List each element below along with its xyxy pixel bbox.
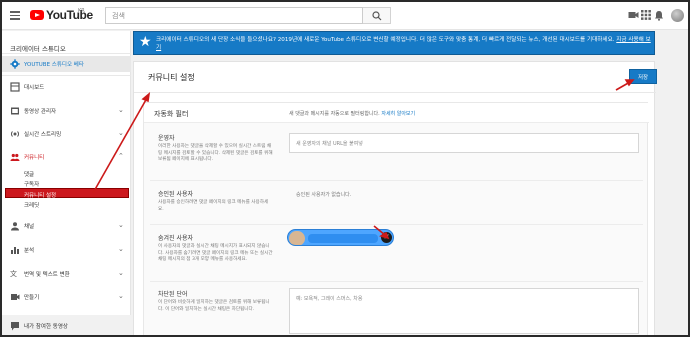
channel-icon: [11, 222, 19, 231]
top-bar: YouTube KR 검색: [2, 2, 688, 30]
divider: [150, 180, 643, 181]
star-icon: ★: [139, 34, 152, 50]
search-icon: [372, 11, 382, 21]
sidebar-item-label: 실시간 스트리밍: [24, 132, 62, 138]
search-input[interactable]: 검색: [105, 7, 363, 24]
automated-filters-section: 자동화 필터 새 댓글과 메시지를 자동으로 필터링합니다. 자세히 알아보기 …: [143, 102, 649, 335]
sidebar-item-label: 번역 및 텍스트 변환: [24, 272, 70, 278]
sidebar-item-label: 채널: [24, 224, 35, 230]
chevron-up-icon[interactable]: ⌃: [118, 152, 124, 160]
blocked-words-description: 이 단어와 비슷하게 일치하는 댓글은 검토를 위해 보류됩니다. 이 단어와 …: [158, 300, 270, 312]
moderators-label: 운영자: [158, 135, 175, 142]
learn-more-link[interactable]: 자세히 알아보기: [381, 111, 415, 117]
hidden-users-label: 숨겨진 사용자: [158, 235, 194, 242]
sidebar-item-channel[interactable]: 채널 ⌄: [2, 218, 131, 234]
youtube-logo-icon[interactable]: [30, 10, 44, 20]
approved-users-label: 승인된 사용자: [158, 191, 194, 198]
chevron-down-icon[interactable]: ⌄: [118, 292, 124, 300]
search-button[interactable]: [363, 7, 391, 24]
banner-text: 크리에이터 스튜디오의 새 단장 소식을 들으셨나요? 2019년에 새로운 Y…: [156, 36, 651, 52]
sidebar: 크리에이터 스튜디오 YOUTUBE 스튜디오 베타 대시보드 동영상 관리자 …: [2, 31, 131, 335]
sidebar-item-studio-beta[interactable]: YOUTUBE 스튜디오 베타: [2, 56, 131, 72]
live-stream-icon: [10, 131, 20, 137]
chevron-down-icon[interactable]: ⌄: [118, 106, 124, 114]
sidebar-item-analytics[interactable]: 분석 ⌄: [2, 242, 131, 258]
save-button[interactable]: 저장: [629, 69, 657, 84]
sidebar-sub-comments[interactable]: 댓글: [24, 170, 34, 178]
sidebar-item-label: 내가 참여한 동영상: [24, 324, 68, 330]
banner-message: 크리에이터 스튜디오의 새 단장 소식을 들으셨나요? 2019년에 새로운 Y…: [156, 37, 615, 43]
section-title: 자동화 필터: [154, 110, 189, 118]
hidden-user-name-redacted: [308, 234, 378, 243]
approved-users-empty-text: 승인된 사용자가 없습니다.: [296, 192, 352, 198]
notifications-bell-icon[interactable]: [654, 10, 664, 21]
sidebar-item-label: 분석: [24, 248, 35, 254]
sidebar-item-dashboard[interactable]: 대시보드: [2, 79, 131, 95]
divider: [2, 75, 131, 76]
chevron-down-icon[interactable]: ⌄: [118, 129, 124, 137]
hidden-user-chip: ✕: [287, 229, 394, 246]
community-icon: [10, 153, 20, 161]
sidebar-item-label: YOUTUBE 스튜디오 베타: [24, 62, 84, 68]
analytics-icon: [11, 247, 19, 254]
sidebar-item-community[interactable]: 커뮤니티 ⌃: [2, 149, 131, 165]
divider: [150, 281, 643, 282]
studio-beta-banner: ★ 크리에이터 스튜디오의 새 단장 소식을 들으셨나요? 2019년에 새로운…: [133, 31, 655, 55]
dashboard-icon: [10, 82, 20, 92]
hidden-user-avatar-redacted: [289, 231, 305, 245]
sidebar-item-translations[interactable]: 文 번역 및 텍스트 변환 ⌄: [2, 266, 131, 282]
apps-grid-icon[interactable]: [641, 10, 651, 20]
video-camera-icon[interactable]: [628, 10, 639, 20]
svg-text:文: 文: [10, 269, 17, 278]
sidebar-item-label: 만들기: [24, 295, 40, 301]
section-description: 새 댓글과 메시지를 자동으로 필터링합니다. 자세히 알아보기: [289, 110, 415, 117]
sidebar-item-label: 대시보드: [24, 85, 45, 91]
menu-icon[interactable]: [10, 11, 20, 20]
hidden-users-description: 이 사용자의 댓글과 실시간 채팅 메시지가 표시되지 않습니다. 사용자를 숨…: [158, 244, 273, 263]
approved-users-description: 사용자를 승인하려면 댓글 페이지의 링크 메뉴를 사용하세요.: [158, 200, 269, 212]
blocked-words-label: 차단된 단어: [158, 291, 188, 298]
sidebar-item-label: 동영상 관리자: [24, 109, 57, 115]
divider: [134, 92, 656, 93]
community-settings-card: 커뮤니티 설정 저장 자동화 필터 새 댓글과 메시지를 자동으로 필터링합니다…: [133, 61, 657, 335]
sidebar-sub-subscribers[interactable]: 구독자: [24, 180, 39, 188]
region-label: KR: [78, 8, 85, 14]
remove-hidden-user-button[interactable]: ✕: [381, 232, 392, 243]
sidebar-item-create[interactable]: 만들기 ⌄: [2, 289, 131, 305]
sidebar-item-video-manager[interactable]: 동영상 관리자 ⌄: [2, 103, 131, 119]
account-avatar[interactable]: [671, 9, 684, 22]
page-title: 커뮤니티 설정: [148, 73, 195, 82]
comment-icon: [11, 322, 19, 331]
sidebar-title: 크리에이터 스튜디오: [10, 45, 66, 53]
moderators-description: 이러한 사용자는 댓글을 삭제할 수 있으며 실시간 스트림 채팅 메시지를 검…: [158, 144, 273, 163]
blocked-words-textarea[interactable]: 예: 모욕적, 그레이 스머스, 차용: [289, 288, 639, 334]
section-header: 자동화 필터 새 댓글과 메시지를 자동으로 필터링합니다. 자세히 알아보기: [144, 103, 649, 123]
sidebar-sub-credits[interactable]: 크레딧: [24, 201, 39, 209]
sidebar-sub-label: 커뮤니티 설정: [24, 192, 57, 199]
sidebar-item-live-streaming[interactable]: 실시간 스트리밍 ⌄: [2, 126, 131, 142]
chevron-down-icon[interactable]: ⌄: [118, 269, 124, 277]
section-description-text: 새 댓글과 메시지를 자동으로 필터링합니다.: [289, 111, 380, 117]
translate-icon: 文: [10, 269, 17, 278]
moderator-url-input[interactable]: 새 운영자의 채널 URL을 붙여넣: [289, 133, 639, 153]
chevron-down-icon[interactable]: ⌄: [118, 221, 124, 229]
create-icon: [11, 294, 20, 300]
sidebar-item-my-engaged-videos[interactable]: 내가 참여한 동영상: [2, 315, 131, 335]
youtube-logo-text[interactable]: YouTube: [46, 8, 93, 22]
divider: [150, 224, 643, 225]
sidebar-sub-community-settings[interactable]: 커뮤니티 설정: [5, 188, 129, 199]
sidebar-item-label: 커뮤니티: [24, 155, 45, 161]
chevron-down-icon[interactable]: ⌄: [118, 245, 124, 253]
video-manager-icon: [11, 107, 19, 115]
gear-icon: [10, 59, 20, 69]
divider: [2, 53, 131, 54]
screenshot-frame: YouTube KR 검색 크리에이터 스튜디오 YOUTUBE 스튜디오 베타…: [0, 0, 690, 337]
